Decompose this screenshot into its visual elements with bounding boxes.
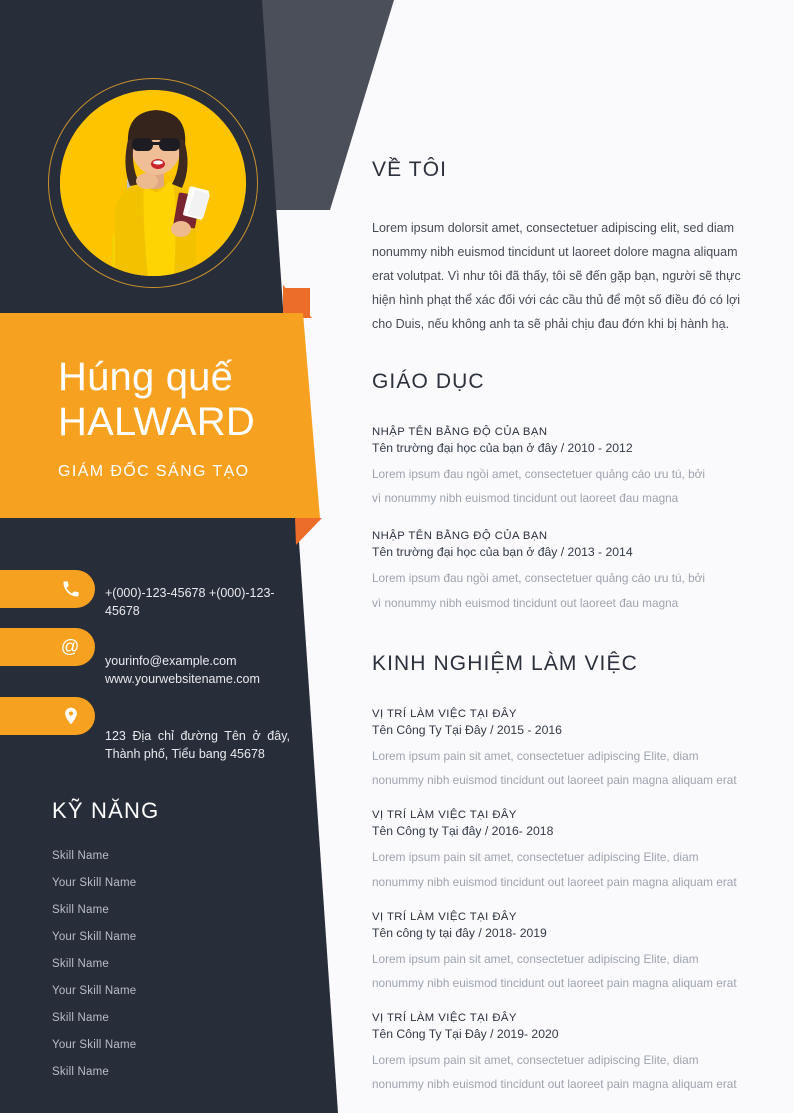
contact-item-phone[interactable]: +(000)-123-45678 +(000)-123-45678 (0, 570, 340, 620)
list-item: Skill Name (52, 904, 109, 916)
list-item: Skill Name (52, 1012, 109, 1024)
degree-title: NHẬP TÊN BẰNG ĐỘ CỦA BẠN (372, 426, 548, 438)
about-section: VỀ TÔI Lorem ipsum dolorsit amet, consec… (372, 158, 744, 336)
entry-description-line: Lorem ipsum đau ngồi amet, consectetuer … (372, 467, 706, 481)
entry-description-line: Lorem ipsum pain sit amet, consectetuer … (372, 951, 699, 966)
first-name: Húng quế (58, 355, 234, 400)
location-pill (0, 696, 95, 735)
email-pill: @ (0, 628, 95, 667)
entry-description-line: nonummy nibh euismod tincidunt out laore… (372, 1077, 737, 1092)
list-item: Skill Name (52, 850, 109, 862)
phone-pill (0, 570, 95, 608)
experience-entry: VỊ TRÍ LÀM VIỆC TẠI ĐÂY Tên Công Ty Tại … (372, 1012, 782, 1096)
skills-list: Skill Name Your Skill Name Skill Name Yo… (52, 850, 282, 1078)
education-entry: NHẬP TÊN BẰNG ĐỘ CỦA BẠN Tên trường đại … (372, 530, 772, 614)
education-entry: NHẬP TÊN BẰNG ĐỘ CỦA BẠN Tên trường đại … (372, 426, 772, 510)
position-title: VỊ TRÍ LÀM VIỆC TẠI ĐÂY (372, 708, 517, 720)
experience-entry: VỊ TRÍ LÀM VIỆC TẠI ĐÂY Tên công ty tại … (372, 911, 782, 995)
list-item: Your Skill Name (52, 1039, 137, 1051)
education-list: NHẬP TÊN BẰNG ĐỘ CỦA BẠN Tên trường đại … (372, 426, 772, 615)
list-item: Your Skill Name (52, 877, 137, 889)
experience-list: VỊ TRÍ LÀM VIỆC TẠI ĐÂY Tên Công Ty Tại … (372, 708, 782, 1096)
job-title: GIÁM ĐỐC SÁNG TẠO (58, 462, 250, 480)
skills-heading: KỸ NĂNG (52, 798, 160, 823)
experience-heading: KINH NGHIỆM LÀM VIỆC (372, 652, 638, 675)
profile-photo (60, 90, 246, 276)
experience-entry: VỊ TRÍ LÀM VIỆC TẠI ĐÂY Tên Công Ty Tại … (372, 708, 782, 792)
contact-item-email[interactable]: @ yourinfo@example.com www.yourwebsitena… (0, 628, 340, 688)
about-body: Lorem ipsum dolorsit amet, consectetuer … (372, 221, 741, 331)
woman-traveler-photo (60, 90, 246, 276)
skills-section: KỸ NĂNG Skill Name Your Skill Name Skill… (52, 798, 282, 1093)
contact-item-address[interactable]: 123 Địa chỉ đường Tên ở đây, Thành phố, … (0, 696, 340, 763)
school-name: Tên trường đại học của bạn ở đây / 2013 … (372, 545, 633, 560)
education-section: GIÁO DỤC NHẬP TÊN BẰNG ĐỘ CỦA BẠN Tên tr… (372, 370, 772, 635)
position-title: VỊ TRÍ LÀM VIỆC TẠI ĐÂY (372, 910, 517, 923)
entry-description-line: vì nonummy nibh euismod tincidunt out la… (372, 491, 679, 506)
entry-description-line: nonummy nibh euismod tincidunt out laore… (372, 975, 737, 990)
entry-description-line: Lorem ipsum đau ngồi amet, consectetuer … (372, 571, 706, 586)
experience-section: KINH NGHIỆM LÀM VIỆC VỊ TRÍ LÀM VIỆC TẠI… (372, 652, 782, 1113)
name-banner: Húng quế HALWARD GIÁM ĐỐC SÁNG TẠO (0, 318, 312, 518)
entry-description-line: nonummy nibh euismod tincidunt out laore… (372, 773, 737, 788)
location-pin-icon (65, 707, 77, 724)
school-name: Tên trường đại học của bạn ở đây / 2010 … (372, 441, 633, 455)
degree-title: NHẬP TÊN BẰNG ĐỘ CỦA BẠN (372, 530, 548, 543)
email-icon: @ (61, 636, 80, 657)
resume-page: Húng quế HALWARD GIÁM ĐỐC SÁNG TẠO +(000… (0, 0, 794, 1113)
list-item: Your Skill Name (52, 985, 137, 997)
company-name: Tên Công Ty Tại Đây / 2019- 2020 (372, 1027, 559, 1042)
email-text: yourinfo@example.com www.yourwebsitename… (105, 654, 260, 687)
education-heading: GIÁO DỤC (372, 370, 485, 393)
list-item: Skill Name (52, 958, 109, 970)
entry-description-line: Lorem ipsum pain sit amet, consectetuer … (372, 1053, 699, 1068)
list-item: Your Skill Name (52, 931, 137, 943)
contact-section: +(000)-123-45678 +(000)-123-45678 @ your… (0, 570, 340, 771)
experience-entry: VỊ TRÍ LÀM VIỆC TẠI ĐÂY Tên Công ty Tại … (372, 809, 782, 893)
phone-text: +(000)-123-45678 +(000)-123-45678 (105, 586, 275, 619)
company-name: Tên Công Ty Tại Đây / 2015 - 2016 (372, 723, 562, 737)
phone-icon (63, 581, 79, 597)
svg-text:@: @ (61, 636, 80, 657)
position-title: VỊ TRÍ LÀM VIỆC TẠI ĐÂY (372, 1012, 517, 1025)
company-name: Tên công ty tại đây / 2018- 2019 (372, 925, 547, 940)
position-title: VỊ TRÍ LÀM VIỆC TẠI ĐÂY (372, 809, 517, 822)
address-text: 123 Địa chỉ đường Tên ở đây, Thành phố, … (105, 728, 290, 761)
entry-description-line: vì nonummy nibh euismod tincidunt out la… (372, 595, 679, 610)
about-heading: VỀ TÔI (372, 158, 448, 181)
entry-description-line: Lorem ipsum pain sit amet, consectetuer … (372, 850, 699, 865)
entry-description-line: nonummy nibh euismod tincidunt out laore… (372, 874, 737, 889)
company-name: Tên Công ty Tại đây / 2016- 2018 (372, 824, 554, 839)
last-name: HALWARD (58, 400, 255, 444)
entry-description-line: Lorem ipsum pain sit amet, consectetuer … (372, 749, 699, 763)
list-item: Skill Name (52, 1066, 109, 1078)
